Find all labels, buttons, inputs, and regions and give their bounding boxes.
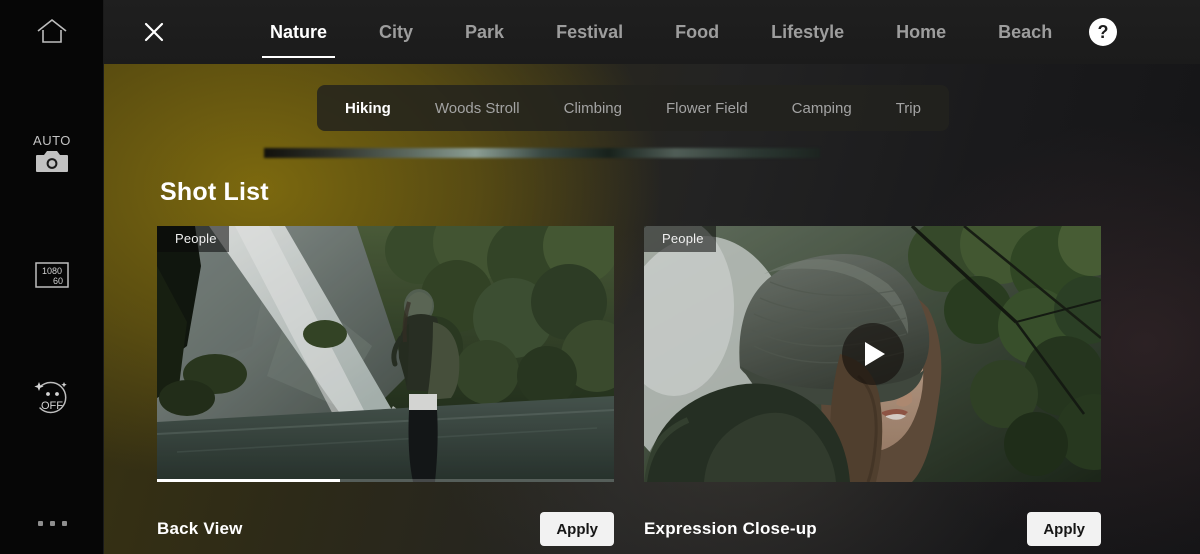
shot-thumbnail-expression-close-up[interactable]: People	[644, 226, 1101, 482]
apply-button-label: Apply	[556, 520, 598, 538]
top-navigation-bar: Nature City Park Festival Food Lifestyle…	[104, 0, 1200, 64]
shot-badge: People	[644, 226, 716, 252]
playback-progress-fill	[157, 479, 340, 482]
camera-icon	[35, 149, 69, 179]
category-tabs: Nature City Park Festival Food Lifestyle…	[244, 0, 1078, 64]
home-icon	[35, 17, 69, 52]
playback-progress-bar[interactable]	[157, 479, 614, 482]
svg-text:OFF: OFF	[41, 400, 63, 412]
tab-food[interactable]: Food	[649, 0, 745, 64]
subtab-hiking-label: Hiking	[345, 99, 391, 117]
left-sidebar: AUTO 1080 60 OFF	[0, 0, 104, 554]
tab-nature-label: Nature	[270, 21, 328, 42]
subcategory-tabs: Hiking Woods Stroll Climbing Flower Fiel…	[317, 85, 949, 131]
tab-city-label: City	[379, 21, 414, 42]
sidebar-item-shooting-mode[interactable]: AUTO	[0, 126, 104, 186]
tab-food-label: Food	[675, 21, 720, 42]
help-icon[interactable]: ?	[1089, 18, 1117, 46]
tab-park[interactable]: Park	[439, 0, 530, 64]
resolution-icon: 1080 60	[34, 260, 70, 295]
sidebar-item-home[interactable]	[0, 6, 104, 62]
subtab-hiking[interactable]: Hiking	[323, 85, 413, 131]
shot-badge: People	[157, 226, 229, 252]
subtab-flower-field[interactable]: Flower Field	[644, 85, 770, 131]
sidebar-item-video-resolution[interactable]: 1080 60	[0, 248, 104, 306]
shot-card-footer: Expression Close-up Apply	[644, 502, 1101, 554]
shooting-mode-label: AUTO	[33, 133, 71, 148]
face-beauty-icon: OFF	[31, 378, 73, 421]
shot-card-footer: Back View Apply	[157, 502, 614, 554]
subtab-woods-stroll-label: Woods Stroll	[434, 99, 520, 117]
svg-text:60: 60	[53, 276, 63, 286]
waterfall-hiker-image	[157, 226, 614, 482]
sidebar-item-beauty-filter[interactable]: OFF	[0, 370, 104, 428]
tab-beach[interactable]: Beach	[972, 0, 1078, 64]
tab-park-label: Park	[465, 21, 505, 42]
more-dots-icon	[37, 520, 67, 526]
tab-lifestyle[interactable]: Lifestyle	[745, 0, 870, 64]
subtab-trip[interactable]: Trip	[874, 85, 943, 131]
tab-home[interactable]: Home	[870, 0, 972, 64]
subtab-trip-label: Trip	[895, 99, 921, 117]
help-label: ?	[1097, 22, 1109, 42]
tab-beach-label: Beach	[998, 21, 1053, 42]
apply-button-expression-close-up[interactable]: Apply	[1027, 512, 1101, 546]
close-button[interactable]	[136, 14, 172, 50]
apply-button-label: Apply	[1043, 520, 1085, 538]
shot-list-cards: People Back View Apply People Expression…	[157, 226, 1101, 546]
page-title: Shot List	[160, 178, 269, 206]
tab-nature[interactable]: Nature	[244, 0, 353, 64]
shot-card-title: Back View	[157, 519, 243, 538]
subtab-camping-label: Camping	[791, 99, 852, 117]
tab-festival-label: Festival	[556, 21, 624, 42]
sidebar-item-more-options[interactable]	[0, 496, 104, 550]
apply-button-back-view[interactable]: Apply	[540, 512, 614, 546]
tab-home-label: Home	[896, 21, 947, 42]
camera-shot-guide-screen: AUTO 1080 60 OFF Nature City Park Festiv…	[0, 0, 1200, 554]
svg-text:1080: 1080	[42, 266, 62, 276]
shot-thumbnail-back-view[interactable]: People	[157, 226, 614, 482]
subtab-climbing[interactable]: Climbing	[542, 85, 644, 131]
shot-card-back-view[interactable]: People Back View Apply	[157, 226, 614, 546]
tab-lifestyle-label: Lifestyle	[771, 21, 845, 42]
tab-city[interactable]: City	[353, 0, 439, 64]
subtab-camping[interactable]: Camping	[770, 85, 874, 131]
background-strip	[264, 148, 820, 158]
shot-card-expression-close-up[interactable]: People Expression Close-up Apply	[644, 226, 1101, 546]
subtab-climbing-label: Climbing	[563, 99, 622, 117]
subtab-woods-stroll[interactable]: Woods Stroll	[413, 85, 542, 131]
shot-card-title: Expression Close-up	[644, 519, 817, 538]
play-icon[interactable]	[841, 323, 904, 385]
tab-festival[interactable]: Festival	[530, 0, 649, 64]
subtab-flower-field-label: Flower Field	[665, 99, 748, 117]
